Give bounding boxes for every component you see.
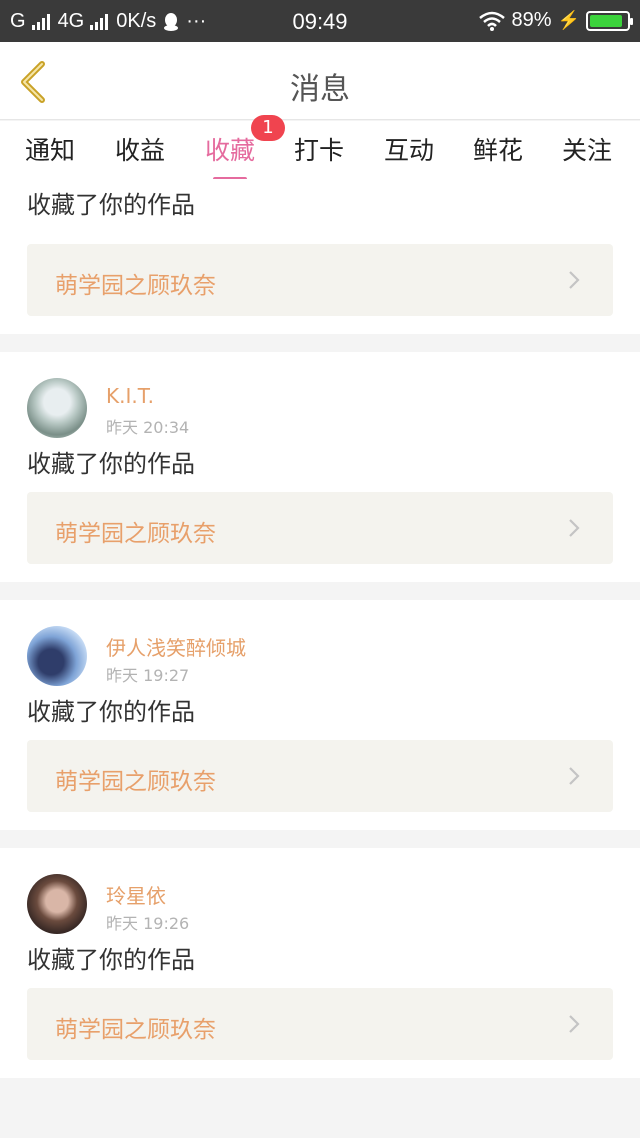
battery-fill — [590, 14, 623, 27]
message-card: K.I.T. 昨天 20:34 收藏了你的作品 萌学园之顾玖奈 — [0, 352, 640, 582]
tab-label: 收藏 — [205, 136, 256, 165]
charging-icon: ⚡ — [557, 10, 580, 30]
tab-flowers[interactable]: 鲜花 — [473, 131, 523, 167]
tab-bar: 通知 收益 收藏 1 打卡 互动 鲜花 关注 — [0, 115, 640, 181]
work-link[interactable]: 萌学园之顾玖奈 — [27, 244, 613, 316]
chevron-right-icon — [569, 519, 580, 537]
action-text: 收藏了你的作品 — [27, 698, 195, 726]
timestamp: 昨天 19:26 — [106, 914, 190, 933]
page-title: 消息 — [290, 72, 350, 107]
tab-label: 打卡 — [294, 136, 345, 165]
tab-label: 鲜花 — [473, 136, 524, 165]
avatar[interactable] — [27, 626, 87, 686]
work-title: 萌学园之顾玖奈 — [55, 769, 216, 795]
battery-percent: 89% — [511, 9, 552, 31]
tab-earnings[interactable]: 收益 — [115, 131, 165, 167]
work-title: 萌学园之顾玖奈 — [55, 1017, 216, 1043]
tab-label: 关注 — [562, 136, 613, 165]
message-card: 收藏了你的作品 萌学园之顾玖奈 — [0, 179, 640, 334]
message-feed: 收藏了你的作品 萌学园之顾玖奈 K.I.T. 昨天 20:34 收藏了你的作品 … — [0, 179, 640, 1078]
work-title: 萌学园之顾玖奈 — [55, 521, 216, 547]
username[interactable]: K.I.T. — [106, 384, 154, 408]
tab-notifications[interactable]: 通知 — [25, 131, 75, 167]
action-text: 收藏了你的作品 — [27, 946, 195, 974]
chevron-right-icon — [569, 767, 580, 785]
timestamp: 昨天 20:34 — [106, 418, 190, 437]
work-link[interactable]: 萌学园之顾玖奈 — [27, 988, 613, 1060]
navigation-header: 消息 — [0, 42, 640, 120]
status-bar: G 4G 0K/s ··· 09:49 89% ⚡ — [0, 0, 640, 42]
avatar[interactable] — [27, 874, 87, 934]
timestamp: 昨天 19:27 — [106, 666, 190, 685]
avatar[interactable] — [27, 378, 87, 438]
tab-interactions[interactable]: 互动 — [384, 131, 434, 167]
username[interactable]: 玲星依 — [106, 880, 166, 909]
work-link[interactable]: 萌学园之顾玖奈 — [27, 492, 613, 564]
work-title: 萌学园之顾玖奈 — [55, 273, 216, 299]
tab-label: 收益 — [115, 136, 166, 165]
tab-label: 通知 — [25, 136, 76, 165]
action-text: 收藏了你的作品 — [27, 450, 195, 478]
message-card: 玲星依 昨天 19:26 收藏了你的作品 萌学园之顾玖奈 — [0, 848, 640, 1078]
tab-favorites[interactable]: 收藏 1 — [205, 115, 286, 181]
username[interactable]: 伊人浅笑醉倾城 — [106, 632, 246, 661]
work-link[interactable]: 萌学园之顾玖奈 — [27, 740, 613, 812]
tab-checkin[interactable]: 打卡 — [294, 131, 344, 167]
wifi-icon — [478, 11, 505, 31]
chevron-right-icon — [569, 271, 580, 289]
action-text: 收藏了你的作品 — [27, 191, 195, 219]
battery-icon — [586, 10, 633, 31]
tab-follows[interactable]: 关注 — [562, 131, 612, 167]
unread-badge: 1 — [251, 115, 286, 141]
tab-label: 互动 — [384, 136, 435, 165]
chevron-right-icon — [569, 1015, 580, 1033]
message-card: 伊人浅笑醉倾城 昨天 19:27 收藏了你的作品 萌学园之顾玖奈 — [0, 600, 640, 830]
